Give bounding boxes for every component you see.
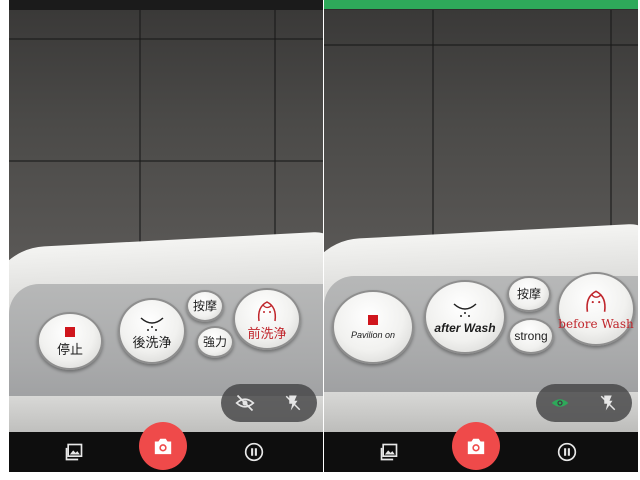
- shutter-button[interactable]: [139, 422, 187, 470]
- rear-wash-button[interactable]: 後洗浄: [118, 298, 186, 364]
- massage-button[interactable]: 按摩: [507, 276, 551, 312]
- background-wall: [324, 10, 638, 260]
- massage-label: 按摩: [516, 287, 541, 301]
- rear-wash-button[interactable]: after Wash: [424, 280, 506, 354]
- status-bar: [9, 0, 323, 10]
- massage-button[interactable]: 按摩: [186, 290, 224, 322]
- stop-label: 停止: [56, 341, 83, 357]
- front-wash-label: 前洗浄: [247, 325, 287, 341]
- front-wash-button[interactable]: before Wash: [557, 272, 635, 346]
- rear-wash-label: after Wash: [434, 321, 496, 335]
- eye-icon[interactable]: [549, 392, 571, 414]
- rear-wash-icon: [140, 316, 164, 331]
- front-wash-label: before Wash: [558, 317, 634, 331]
- flash-off-icon[interactable]: [597, 392, 619, 414]
- overlay-controls: [536, 384, 632, 422]
- rear-wash-icon: [453, 303, 477, 317]
- camera-view-translated: Pavilion on after Wash 按摩 strong before …: [324, 0, 638, 472]
- page-margin: [0, 472, 640, 480]
- rear-wash-label: 後洗浄: [132, 334, 172, 350]
- stop-icon: [65, 326, 75, 337]
- pause-icon[interactable]: [243, 441, 265, 463]
- camera-icon: [154, 438, 172, 455]
- massage-label: 按摩: [192, 299, 217, 313]
- camera-view-original: 停止 後洗浄 按摩 強力 前洗浄: [9, 0, 323, 472]
- strong-label: strong: [514, 329, 548, 343]
- flash-off-icon[interactable]: [282, 392, 304, 414]
- stop-button[interactable]: Pavilion on: [332, 290, 414, 364]
- woman-face-icon: [586, 290, 606, 312]
- camera-toolbar: [9, 422, 323, 472]
- stop-icon: [368, 314, 378, 325]
- strong-button[interactable]: strong: [508, 318, 554, 354]
- stop-label: Pavilion on: [350, 329, 396, 340]
- gallery-icon[interactable]: [378, 441, 400, 463]
- status-bar-active: [324, 0, 638, 9]
- overlay-controls: [221, 384, 317, 422]
- strong-button[interactable]: 強力: [196, 326, 234, 358]
- stop-button[interactable]: 停止: [37, 312, 103, 370]
- strong-label: 強力: [202, 335, 227, 349]
- front-wash-button[interactable]: 前洗浄: [233, 288, 301, 350]
- woman-face-icon: [257, 300, 277, 321]
- background-wall: [9, 10, 323, 260]
- camera-icon: [467, 438, 485, 455]
- gallery-icon[interactable]: [63, 441, 85, 463]
- shutter-button[interactable]: [452, 422, 500, 470]
- pause-icon[interactable]: [556, 441, 578, 463]
- eye-off-icon[interactable]: [234, 392, 256, 414]
- camera-toolbar: [324, 422, 638, 472]
